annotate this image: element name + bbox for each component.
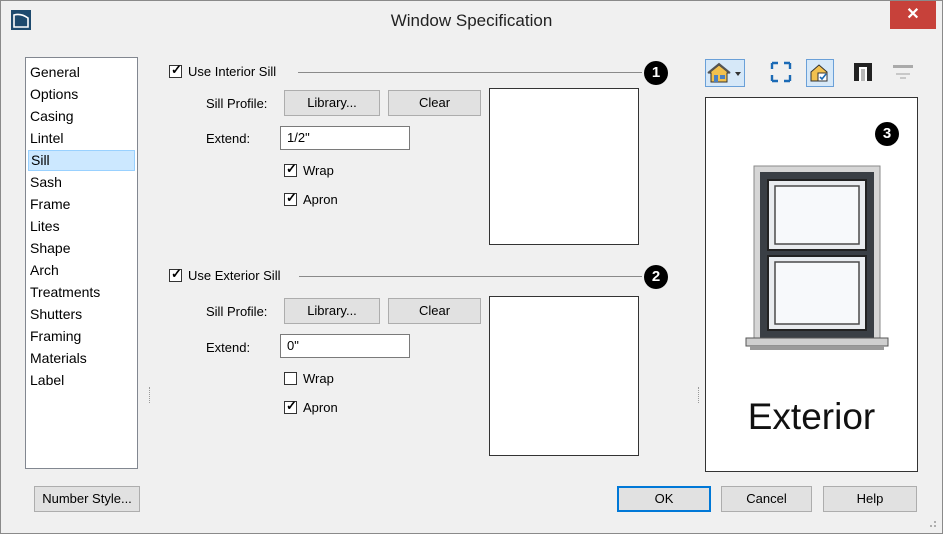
nav-item-general[interactable]: General (28, 62, 135, 83)
window-render-image (745, 165, 889, 350)
exterior-wrap-label: Wrap (303, 371, 334, 386)
sill-view-button[interactable] (890, 59, 918, 87)
exterior-sill-profile-label: Sill Profile: (206, 304, 268, 319)
window-title: Window Specification (390, 11, 553, 30)
resize-grip-icon[interactable] (926, 517, 938, 529)
nav-item-arch[interactable]: Arch (28, 260, 135, 281)
nav-item-treatments[interactable]: Treatments (28, 282, 135, 303)
view-mode-label: Exterior (747, 396, 876, 437)
nav-item-materials[interactable]: Materials (28, 348, 135, 369)
nav-item-sill[interactable]: Sill (28, 150, 135, 171)
use-exterior-sill-label: Use Exterior Sill (188, 268, 281, 283)
nav-item-shape[interactable]: Shape (28, 238, 135, 259)
interior-extend-label: Extend: (206, 131, 251, 146)
splitter-grip[interactable] (149, 387, 152, 403)
ok-button[interactable]: OK (617, 486, 711, 512)
nav-item-lites[interactable]: Lites (28, 216, 135, 237)
exterior-apron-label: Apron (303, 400, 338, 415)
frame-view-icon (854, 63, 872, 81)
number-style-button[interactable]: Number Style... (34, 486, 140, 512)
checkmark-icon: ✓ (171, 266, 182, 281)
exterior-extend-label: Extend: (206, 340, 251, 355)
nav-item-options[interactable]: Options (28, 84, 135, 105)
use-exterior-sill-checkbox[interactable]: ✓ (169, 266, 182, 282)
use-interior-sill-label: Use Interior Sill (188, 64, 277, 79)
window-specification-dialog: Window Specification ✕ General Options C… (0, 0, 943, 534)
close-button[interactable]: ✕ (890, 1, 936, 29)
nav-item-frame[interactable]: Frame (28, 194, 135, 215)
interior-sill-profile-label: Sill Profile: (206, 96, 268, 111)
interior-apron-checkbox[interactable]: ✓ (284, 190, 297, 206)
window-3d-preview[interactable]: 3 Exterior (705, 97, 918, 472)
fit-to-window-button[interactable] (768, 59, 796, 87)
nav-item-shutters[interactable]: Shutters (28, 304, 135, 325)
exterior-library-button[interactable]: Library... (284, 298, 380, 324)
exterior-extend-input[interactable]: 0" (280, 334, 410, 358)
nav-item-label[interactable]: Label (28, 370, 135, 391)
help-button[interactable]: Help (823, 486, 917, 512)
checkmark-icon: ✓ (286, 398, 297, 413)
group-divider (298, 72, 642, 73)
title-bar: Window Specification ✕ (1, 1, 942, 41)
frame-view-button[interactable] (850, 59, 878, 87)
exterior-wrap-checkbox[interactable] (284, 372, 297, 385)
splitter-grip[interactable] (698, 387, 701, 403)
cancel-button[interactable]: Cancel (721, 486, 812, 512)
nav-item-lintel[interactable]: Lintel (28, 128, 135, 149)
exterior-clear-button[interactable]: Clear (388, 298, 481, 324)
exterior-apron-checkbox[interactable]: ✓ (284, 398, 297, 414)
checkmark-icon: ✓ (286, 190, 297, 205)
interior-wrap-label: Wrap (303, 163, 334, 178)
category-list[interactable]: General Options Casing Lintel Sill Sash … (25, 57, 138, 469)
interior-clear-button[interactable]: Clear (388, 90, 481, 116)
exterior-sill-profile-preview (489, 296, 639, 456)
checkmark-icon: ✓ (171, 62, 182, 77)
interior-sill-profile-preview (489, 88, 639, 245)
checkmark-icon: ✓ (286, 161, 297, 176)
house-view-dropdown-button[interactable] (705, 59, 745, 87)
sill-view-icon (893, 65, 913, 79)
group-divider (299, 276, 642, 277)
callout-badge-2: 2 (644, 265, 668, 289)
nav-item-framing[interactable]: Framing (28, 326, 135, 347)
nav-item-casing[interactable]: Casing (28, 106, 135, 127)
callout-badge-1: 1 (644, 61, 668, 85)
fit-to-window-icon (770, 61, 792, 83)
show-details-icon (810, 64, 828, 82)
nav-item-sash[interactable]: Sash (28, 172, 135, 193)
show-details-button[interactable] (806, 59, 834, 87)
callout-badge-3: 3 (875, 122, 899, 146)
interior-extend-input[interactable]: 1/2" (280, 126, 410, 150)
interior-library-button[interactable]: Library... (284, 90, 380, 116)
interior-wrap-checkbox[interactable]: ✓ (284, 161, 297, 177)
house-view-dropdown-icon (707, 62, 741, 83)
use-interior-sill-checkbox[interactable]: ✓ (169, 62, 182, 78)
interior-apron-label: Apron (303, 192, 338, 207)
